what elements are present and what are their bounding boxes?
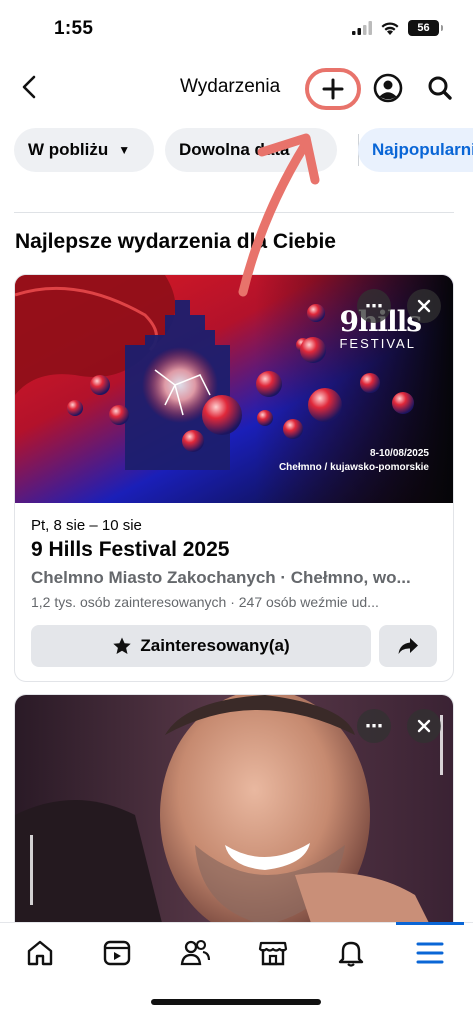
plus-icon — [322, 78, 344, 100]
nav-friends[interactable] — [165, 931, 225, 975]
event-card[interactable]: ⋯ — [14, 694, 454, 934]
header: Wydarzenia — [0, 60, 473, 116]
close-icon — [417, 719, 431, 733]
nav-video[interactable] — [87, 931, 147, 975]
nav-menu[interactable] — [400, 931, 460, 975]
chevron-down-icon: ▼ — [118, 143, 131, 157]
filter-nearby-label: W pobliżu — [28, 140, 109, 159]
nav-home[interactable] — [10, 931, 70, 975]
home-icon — [27, 940, 53, 966]
poster-date-range: 8-10/08/2025 — [370, 448, 429, 459]
page-title: Wydarzenia — [180, 76, 281, 97]
filter-bar: W pobliżu ▼ Dowolna data ▼ Najpopularnie… — [0, 128, 473, 174]
event-stats: 1,2 tys. osób zainteresowanych · 247 osó… — [31, 594, 379, 610]
festival-logo-subtitle: FESTIVAL — [339, 336, 416, 351]
share-button[interactable] — [379, 625, 437, 667]
poster-place: Chełmno / kujawsko-pomorskie — [278, 462, 429, 473]
status-icons: 56 — [352, 20, 443, 36]
nav-marketplace[interactable] — [243, 931, 303, 975]
dismiss-button[interactable] — [407, 289, 441, 323]
event-title[interactable]: 9 Hills Festival 2025 — [31, 538, 437, 562]
more-dots-icon: ⋯ — [365, 715, 383, 736]
profile-button[interactable] — [372, 72, 404, 104]
interested-button[interactable]: Zainteresowany(a) — [31, 625, 371, 667]
search-button[interactable] — [424, 72, 456, 104]
share-arrow-icon — [398, 638, 418, 654]
event-image[interactable]: 9hills FESTIVAL 8-10/08/2025 Chełmno / k… — [15, 275, 453, 503]
more-options-button[interactable]: ⋯ — [357, 709, 391, 743]
bottom-nav — [0, 922, 473, 1024]
interested-label: Zainteresowany(a) — [140, 636, 290, 655]
event-image[interactable]: ⋯ — [15, 695, 453, 933]
filter-date-chip[interactable]: Dowolna data ▼ — [165, 128, 337, 172]
filter-popular-label: Najpopularniejsze — [372, 140, 473, 159]
friends-icon — [180, 939, 211, 966]
section-title: Najlepsze wydarzenia dla Ciebie — [15, 230, 336, 253]
divider — [14, 212, 454, 213]
status-bar: 1:55 56 — [0, 0, 473, 56]
event-details: Pt, 8 sie – 10 sie 9 Hills Festival 2025… — [15, 503, 453, 610]
active-tab-indicator — [396, 922, 464, 925]
wifi-icon — [381, 21, 399, 35]
battery-level: 56 — [417, 22, 430, 34]
battery-icon: 56 — [408, 20, 443, 36]
bell-icon — [338, 941, 364, 967]
star-icon — [113, 637, 132, 654]
home-indicator[interactable] — [151, 999, 321, 1005]
close-icon — [417, 299, 431, 313]
poster-dates: 8-10/08/2025 Chełmno / kujawsko-pomorski… — [279, 447, 429, 475]
filter-nearby-chip[interactable]: W pobliżu ▼ — [14, 128, 154, 172]
create-event-button[interactable] — [305, 68, 361, 110]
more-options-button[interactable]: ⋯ — [357, 289, 391, 323]
status-time: 1:55 — [54, 18, 94, 39]
filter-popular-chip[interactable]: Najpopularniejsze — [358, 128, 473, 172]
event-card[interactable]: 9hills FESTIVAL 8-10/08/2025 Chełmno / k… — [14, 274, 454, 682]
chevron-left-icon — [22, 75, 36, 99]
more-dots-icon: ⋯ — [365, 295, 383, 316]
video-icon — [103, 940, 131, 966]
filter-date-label: Dowolna data — [179, 140, 290, 159]
dismiss-button[interactable] — [407, 709, 441, 743]
event-actions: Zainteresowany(a) — [31, 625, 437, 667]
nav-notifications[interactable] — [321, 931, 381, 975]
event-date: Pt, 8 sie – 10 sie — [31, 517, 142, 534]
marketplace-icon — [258, 941, 288, 966]
signal-icon — [352, 21, 372, 35]
back-button[interactable] — [14, 72, 44, 102]
user-circle-icon — [373, 73, 403, 103]
search-icon — [428, 76, 452, 100]
chevron-down-icon: ▼ — [299, 143, 312, 157]
hamburger-menu-icon — [416, 942, 444, 964]
event-location: Chelmno Miasto Zakochanych · Chełmno, wo… — [31, 568, 411, 587]
